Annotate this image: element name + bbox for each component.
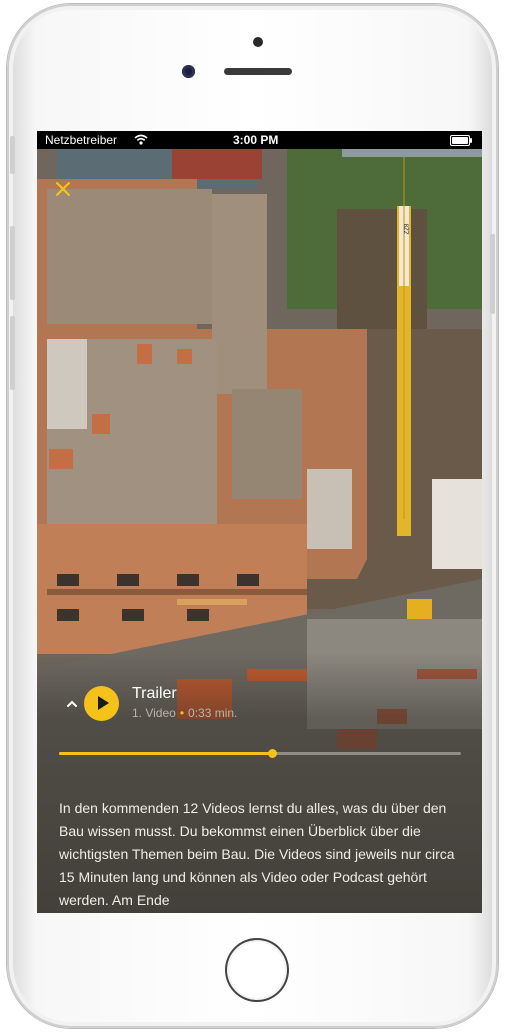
earpiece-speaker: [224, 68, 292, 75]
play-button[interactable]: [84, 686, 119, 721]
wifi-icon: [134, 134, 148, 145]
screen: Netzbetreiber 3:00 PM ZZ8 Trailer 1. Vid…: [37, 131, 482, 913]
volume-down-button: [10, 316, 15, 390]
carrier-label: Netzbetreiber: [45, 133, 118, 147]
progress-knob[interactable]: [268, 749, 278, 758]
proximity-sensor: [253, 37, 263, 47]
duration-label: 0:33 min.: [188, 706, 238, 720]
video-meta: 1. Video • 0:33 min.: [132, 706, 237, 720]
chevron-up-icon[interactable]: [65, 697, 79, 711]
episode-label: 1. Video: [132, 706, 176, 720]
status-bar: Netzbetreiber 3:00 PM: [37, 131, 482, 149]
video-title: Trailer: [132, 685, 177, 702]
crane-sign: ZZ8: [404, 223, 411, 235]
front-camera: [182, 65, 195, 78]
progress-track[interactable]: [59, 749, 461, 758]
progress-fill: [59, 752, 273, 755]
battery-icon: [450, 135, 472, 146]
meta-separator: •: [179, 706, 185, 720]
power-button: [490, 234, 495, 314]
mute-switch: [10, 136, 15, 174]
course-description: In den kommenden 12 Videos lernst du all…: [59, 800, 455, 908]
volume-up-button: [10, 226, 15, 300]
home-button[interactable]: [225, 938, 289, 1002]
status-time: 3:00 PM: [233, 133, 279, 147]
close-icon[interactable]: [55, 181, 71, 197]
